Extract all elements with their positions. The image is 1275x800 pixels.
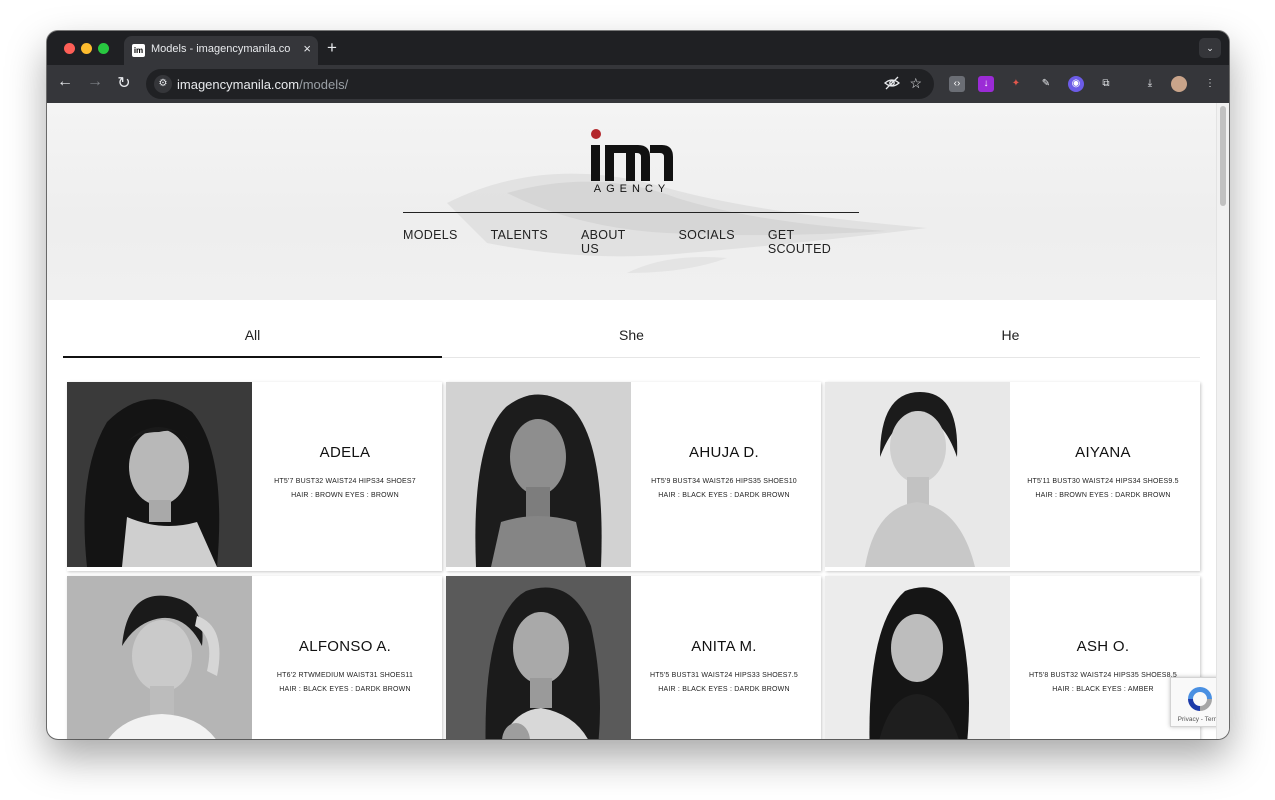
close-window-button[interactable] [64,43,75,54]
model-info: ADELA HT5'7 BUST32 WAIST24 HIPS34 SHOES7… [252,382,438,567]
minimize-window-button[interactable] [81,43,92,54]
nav-link-socials[interactable]: SOCIALS [679,228,735,256]
profile-avatar[interactable] [1171,76,1187,92]
tab-strip: im Models - imagencymanila.com × + ⌄ [47,31,1229,65]
page-viewport: AGENCY MODELS TALENTS ABOUT US SOCIALS G… [47,103,1229,739]
model-features: HAIR : BROWN EYES : DARDK BROWN [1035,492,1171,499]
model-info: ASH O. HT5'8 BUST32 WAIST24 HIPS35 SHOES… [1010,576,1196,739]
extension-code-icon[interactable]: ‹› [949,76,965,92]
model-name[interactable]: ANITA M. [631,638,817,655]
nav-link-about-us[interactable]: ABOUT US [581,228,646,256]
maximize-window-button[interactable] [98,43,109,54]
model-stats: HT5'9 BUST34 WAIST26 HIPS35 SHOES10 HAIR… [631,475,817,503]
tab-search-icon[interactable]: ⌄ [1199,38,1221,58]
browser-toolbar: ← → ↻ ⚙ imagencymanila.com/models/ ☆ ‹› … [47,65,1229,103]
main-navigation: MODELS TALENTS ABOUT US SOCIALS GET SCOU… [403,228,859,256]
model-measurements: HT5'7 BUST32 WAIST24 HIPS34 SHOES7 [274,478,416,485]
filter-tab-all[interactable]: All [63,300,442,358]
model-stats: HT5'7 BUST32 WAIST24 HIPS34 SHOES7 HAIR … [252,475,438,503]
extensions-puzzle-icon[interactable]: ⧉ [1098,76,1114,92]
url-text[interactable]: imagencymanila.com/models/ [177,77,348,92]
model-info: AIYANA HT5'11 BUST30 WAIST24 HIPS34 SHOE… [1010,382,1196,567]
favicon-icon: im [132,44,145,57]
model-info: AHUJA D. HT5'9 BUST34 WAIST26 HIPS35 SHO… [631,382,817,567]
extension-brain-icon[interactable]: ◉ [1068,76,1084,92]
model-features: HAIR : BROWN EYES : BROWN [291,492,399,499]
filter-tab-she[interactable]: She [442,300,821,358]
model-stats: HT5'11 BUST30 WAIST24 HIPS34 SHOES9.5 HA… [1010,475,1196,503]
filter-tab-he[interactable]: He [821,300,1200,358]
model-measurements: HT6'2 RTWMEDIUM WAIST31 SHOES11 [276,672,414,679]
browser-window: im Models - imagencymanila.com × + ⌄ ← →… [47,31,1229,739]
extension-download-icon[interactable]: ↓ [978,76,994,92]
model-measurements: HT5'11 BUST30 WAIST24 HIPS34 SHOES9.5 [1027,478,1179,485]
model-stats: HT6'2 RTWMEDIUM WAIST31 SHOES11 HAIR : B… [252,669,438,697]
extension-figure-icon[interactable]: ✦ [1008,76,1024,92]
background-wing-image [447,173,927,273]
eye-off-icon[interactable] [884,75,900,94]
hero-header: AGENCY MODELS TALENTS ABOUT US SOCIALS G… [47,103,1216,300]
logo-wordmark: AGENCY [593,183,671,195]
downloads-icon[interactable]: ⤓ [1142,76,1158,92]
model-name[interactable]: ALFONSO A. [252,638,438,655]
scrollbar-thumb[interactable] [1220,106,1226,206]
model-name[interactable]: ASH O. [1010,638,1196,655]
model-measurements: HT5'9 BUST34 WAIST26 HIPS35 SHOES10 [651,478,797,485]
reload-icon[interactable]: ↻ [114,73,134,93]
model-name[interactable]: ADELA [252,444,438,461]
model-card-adela[interactable]: ADELA HT5'7 BUST32 WAIST24 HIPS34 SHOES7… [67,382,442,571]
bookmark-star-icon[interactable]: ☆ [909,75,922,92]
model-stats: HT5'5 BUST31 WAIST24 HIPS33 SHOES7.5 HAI… [631,669,817,697]
nav-link-models[interactable]: MODELS [403,228,458,256]
browser-tab[interactable]: im Models - imagencymanila.com × [124,36,318,65]
gender-filter-tabs: All She He [63,300,1200,358]
nav-link-get-scouted[interactable]: GET SCOUTED [768,228,859,256]
model-stats: HT5'8 BUST32 WAIST24 HIPS35 SHOES8.5 HAI… [1010,669,1196,697]
model-card-ash-o[interactable]: ASH O. HT5'8 BUST32 WAIST24 HIPS35 SHOES… [825,576,1200,739]
model-card-aiyana[interactable]: AIYANA HT5'11 BUST30 WAIST24 HIPS34 SHOE… [825,382,1200,571]
address-bar[interactable]: ⚙ imagencymanila.com/models/ ☆ [146,69,934,99]
model-photo[interactable] [67,576,252,739]
model-features: HAIR : BLACK EYES : DARDK BROWN [279,686,411,693]
model-name[interactable]: AHUJA D. [631,444,817,461]
header-divider [403,212,859,213]
nav-link-talents[interactable]: TALENTS [491,228,548,256]
model-photo[interactable] [446,382,631,567]
model-photo[interactable] [446,576,631,739]
new-tab-button[interactable]: + [327,38,337,58]
model-info: ALFONSO A. HT6'2 RTWMEDIUM WAIST31 SHOES… [252,576,438,739]
model-measurements: HT5'8 BUST32 WAIST24 HIPS35 SHOES8.5 [1029,672,1177,679]
tab-title: Models - imagencymanila.com [151,43,291,55]
model-info: ANITA M. HT5'5 BUST31 WAIST24 HIPS33 SHO… [631,576,817,739]
model-features: HAIR : BLACK EYES : AMBER [1052,686,1154,693]
model-photo[interactable] [825,382,1010,567]
model-card-anita-m[interactable]: ANITA M. HT5'5 BUST31 WAIST24 HIPS33 SHO… [446,576,821,739]
model-card-ahuja-d[interactable]: AHUJA D. HT5'9 BUST34 WAIST26 HIPS35 SHO… [446,382,821,571]
model-name[interactable]: AIYANA [1010,444,1196,461]
forward-icon[interactable]: → [85,73,105,91]
extension-picker-icon[interactable]: ✎ [1038,76,1054,92]
model-measurements: HT5'5 BUST31 WAIST24 HIPS33 SHOES7.5 [650,672,798,679]
recaptcha-icon [1188,687,1212,711]
model-photo[interactable] [825,576,1010,739]
page-scrollbar[interactable] [1216,103,1229,739]
model-photo[interactable] [67,382,252,567]
menu-kebab-icon[interactable]: ⋮ [1202,76,1218,92]
model-features: HAIR : BLACK EYES : DARDK BROWN [658,686,790,693]
site-info-icon[interactable]: ⚙ [154,75,172,93]
model-features: HAIR : BLACK EYES : DARDK BROWN [658,492,790,499]
model-card-alfonso-a[interactable]: ALFONSO A. HT6'2 RTWMEDIUM WAIST31 SHOES… [67,576,442,739]
tab-close-icon[interactable]: × [303,41,311,56]
back-icon[interactable]: ← [55,73,75,91]
